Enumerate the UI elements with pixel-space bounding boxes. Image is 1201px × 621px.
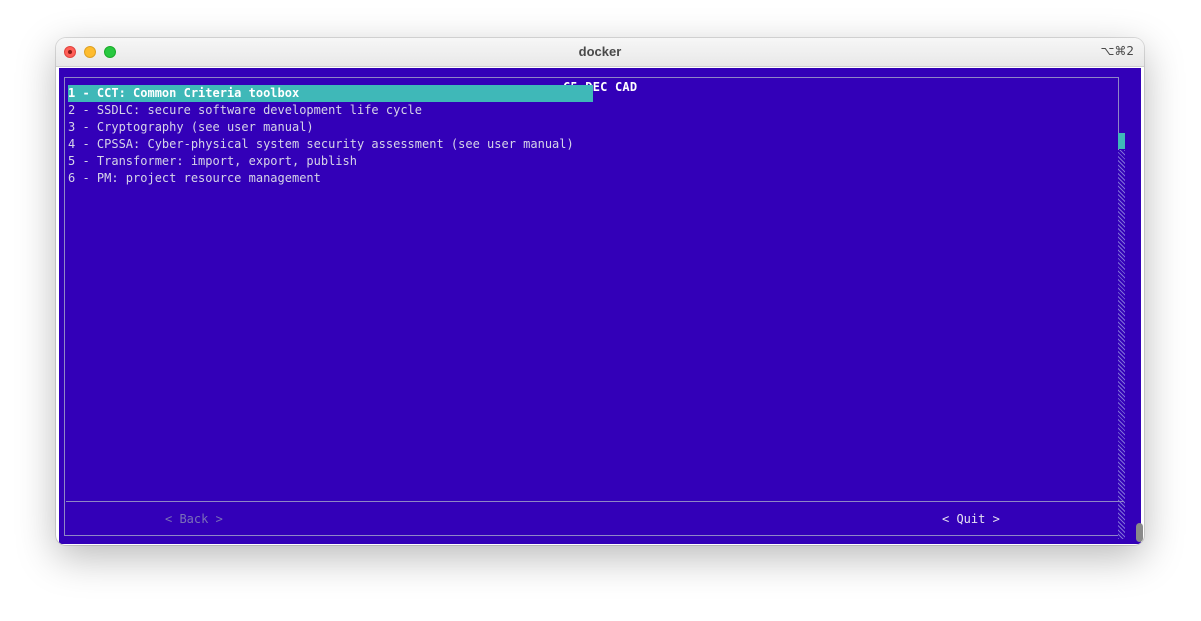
menu-item-ssdlc[interactable]: 2 - SSDLC: secure software development l… (68, 102, 608, 119)
window-scrollbar[interactable] (1136, 523, 1143, 542)
scrollbar-track[interactable] (1118, 150, 1125, 539)
menu-item-cryptography[interactable]: 3 - Cryptography (see user manual) (68, 119, 608, 136)
button-divider (66, 501, 1124, 502)
terminal-area[interactable]: C5-DEC CAD 1 - CCT: Common Criteria tool… (59, 68, 1143, 544)
quit-button[interactable]: < Quit > (942, 511, 1000, 527)
title-bar: docker ⌥⌘2 (56, 38, 1144, 67)
terminal-window: docker ⌥⌘2 C5-DEC CAD 1 - CCT: Common Cr… (56, 38, 1144, 545)
menu-item-transformer[interactable]: 5 - Transformer: import, export, publish (68, 153, 608, 170)
window-shortcut: ⌥⌘2 (1100, 44, 1134, 58)
back-button[interactable]: < Back > (165, 511, 223, 527)
menu-list: 1 - CCT: Common Criteria toolbox 2 - SSD… (68, 85, 608, 187)
scrollbar-thumb[interactable] (1118, 133, 1125, 149)
menu-item-cct[interactable]: 1 - CCT: Common Criteria toolbox (68, 85, 593, 102)
window-title: docker (578, 44, 622, 59)
menu-item-pm[interactable]: 6 - PM: project resource management (68, 170, 608, 187)
menu-item-cpssa[interactable]: 4 - CPSSA: Cyber-physical system securit… (68, 136, 608, 153)
